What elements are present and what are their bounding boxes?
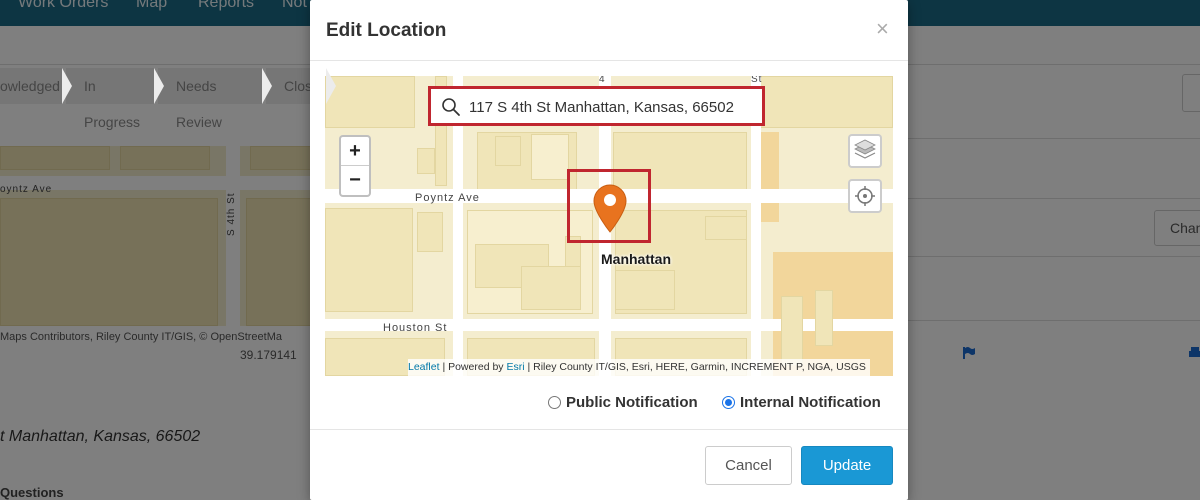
internal-notification-label: Internal Notification <box>740 394 881 411</box>
update-button[interactable]: Update <box>801 446 893 485</box>
street-label-houston: Houston St <box>383 322 448 334</box>
attribution-sources: | Riley County IT/GIS, Esri, HERE, Garmi… <box>524 361 866 373</box>
street-label-st: St <box>751 76 763 85</box>
leaflet-link[interactable]: Leaflet <box>408 361 440 373</box>
locate-button[interactable] <box>848 179 882 213</box>
street-label-4th: 4 <box>599 76 606 85</box>
crosshair-icon <box>855 186 875 206</box>
edit-location-dialog: Edit Location × Poyntz Ave Houston St 4 … <box>310 0 908 500</box>
public-notification-label: Public Notification <box>566 394 698 411</box>
map-attribution: Leaflet | Powered by Esri | Riley County… <box>408 359 870 376</box>
address-search-input[interactable] <box>469 97 754 117</box>
layers-icon <box>854 139 876 159</box>
street-label-poyntz: Poyntz Ave <box>415 192 480 204</box>
cancel-button[interactable]: Cancel <box>705 446 792 485</box>
address-search-box[interactable] <box>428 86 765 126</box>
dialog-footer: Cancel Update <box>310 429 908 500</box>
dialog-title: Edit Location <box>326 20 447 41</box>
location-map[interactable]: Poyntz Ave Houston St 4 St Manhattan + − <box>325 76 893 376</box>
zoom-in-button[interactable]: + <box>341 137 369 166</box>
attribution-text: | Powered by <box>439 361 507 373</box>
dialog-header: Edit Location × <box>310 0 908 61</box>
layers-button[interactable] <box>848 134 882 168</box>
map-marker-icon[interactable] <box>591 182 629 234</box>
internal-notification-radio[interactable] <box>722 396 735 409</box>
map-city-label: Manhattan <box>601 251 671 267</box>
zoom-out-button[interactable]: − <box>341 166 369 195</box>
public-notification-radio[interactable] <box>548 396 561 409</box>
close-icon[interactable]: × <box>876 16 889 42</box>
esri-link[interactable]: Esri <box>506 361 524 373</box>
search-icon <box>442 98 460 116</box>
zoom-control: + − <box>339 135 371 197</box>
